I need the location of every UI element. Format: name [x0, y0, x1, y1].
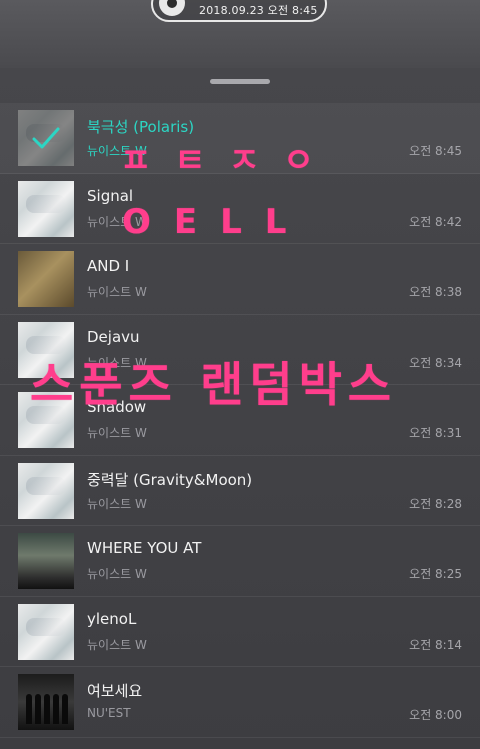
track-title: AND I [87, 257, 130, 275]
album-art [18, 321, 74, 378]
track-artist: 뉴이스트 W [87, 426, 147, 440]
track-artist: 뉴이스트 W [87, 567, 147, 581]
track-title: Shadow [87, 398, 147, 416]
album-art [18, 533, 74, 589]
album-art-figure [44, 694, 50, 724]
track-row[interactable]: Signal 뉴이스트 W 오전 8:42 [0, 174, 480, 244]
track-title: Signal [87, 186, 134, 205]
track-artist: 뉴이스트 W [87, 355, 147, 370]
track-title: 여보세요 [87, 682, 143, 700]
track-title: Dejavu [87, 327, 140, 346]
vinyl-disc-icon [159, 0, 185, 16]
album-art [18, 462, 74, 519]
now-playing-area: 2018.09.23 오전 8:45 [0, 0, 480, 68]
track-row[interactable]: Dejavu 뉴이스트 W 오전 8:34 [0, 315, 480, 385]
track-row[interactable]: ylenoL 뉴이스트 W 오전 8:14 [0, 597, 480, 667]
track-row[interactable]: WHERE YOU AT 뉴이스트 W 오전 8:25 [0, 526, 480, 597]
track-artist: 뉴이스트 W [87, 144, 147, 158]
now-playing-timestamp: 2018.09.23 오전 8:45 [199, 4, 318, 17]
album-art [18, 180, 74, 237]
track-played-time: 오전 8:42 [409, 214, 462, 229]
track-artist: 뉴이스트 W [87, 637, 147, 652]
track-list: 북극성 (Polaris) 뉴이스트 W 오전 8:45 Signal 뉴이스트 W 오전… [0, 103, 480, 738]
track-played-time: 오전 8:28 [409, 496, 462, 511]
track-played-time: 오전 8:31 [409, 426, 462, 440]
track-title: 중력달 (Gravity&Moon) [87, 470, 253, 489]
track-artist: 뉴이스트 W [87, 285, 147, 299]
track-artist: 뉴이스트 W [87, 214, 147, 229]
album-art [18, 603, 74, 660]
album-art [18, 674, 74, 730]
album-art [18, 251, 74, 307]
track-played-time: 오전 8:25 [409, 567, 462, 581]
recent-tracks-sheet: 북극성 (Polaris) 뉴이스트 W 오전 8:45 Signal 뉴이스트 W 오전… [0, 68, 480, 749]
track-played-time: 오전 8:45 [409, 144, 462, 158]
track-row[interactable]: 북극성 (Polaris) 뉴이스트 W 오전 8:45 [0, 103, 480, 174]
check-icon [32, 127, 60, 149]
album-art [18, 110, 74, 166]
track-title: 북극성 (Polaris) [87, 118, 195, 136]
track-artist: 뉴이스트 W [87, 496, 147, 511]
track-row[interactable]: Shadow 뉴이스트 W 오전 8:31 [0, 385, 480, 456]
album-art-figure [53, 694, 59, 724]
track-played-time: 오전 8:38 [409, 285, 462, 299]
album-art-figure [35, 694, 41, 724]
track-row[interactable]: 여보세요 NU'EST 오전 8:00 [0, 667, 480, 738]
track-title: ylenoL [87, 609, 137, 628]
album-art-figure [26, 694, 32, 724]
track-row[interactable]: AND I 뉴이스트 W 오전 8:38 [0, 244, 480, 315]
track-title: WHERE YOU AT [87, 539, 202, 557]
track-artist: NU'EST [87, 706, 131, 720]
album-art [18, 392, 74, 448]
now-playing-pill[interactable]: 2018.09.23 오전 8:45 [151, 0, 327, 22]
sheet-drag-handle[interactable] [210, 79, 270, 84]
track-played-time: 오전 8:00 [409, 708, 462, 722]
track-played-time: 오전 8:14 [409, 637, 462, 652]
album-art-figure [62, 694, 68, 724]
track-row[interactable]: 중력달 (Gravity&Moon) 뉴이스트 W 오전 8:28 [0, 456, 480, 526]
track-played-time: 오전 8:34 [409, 355, 462, 370]
